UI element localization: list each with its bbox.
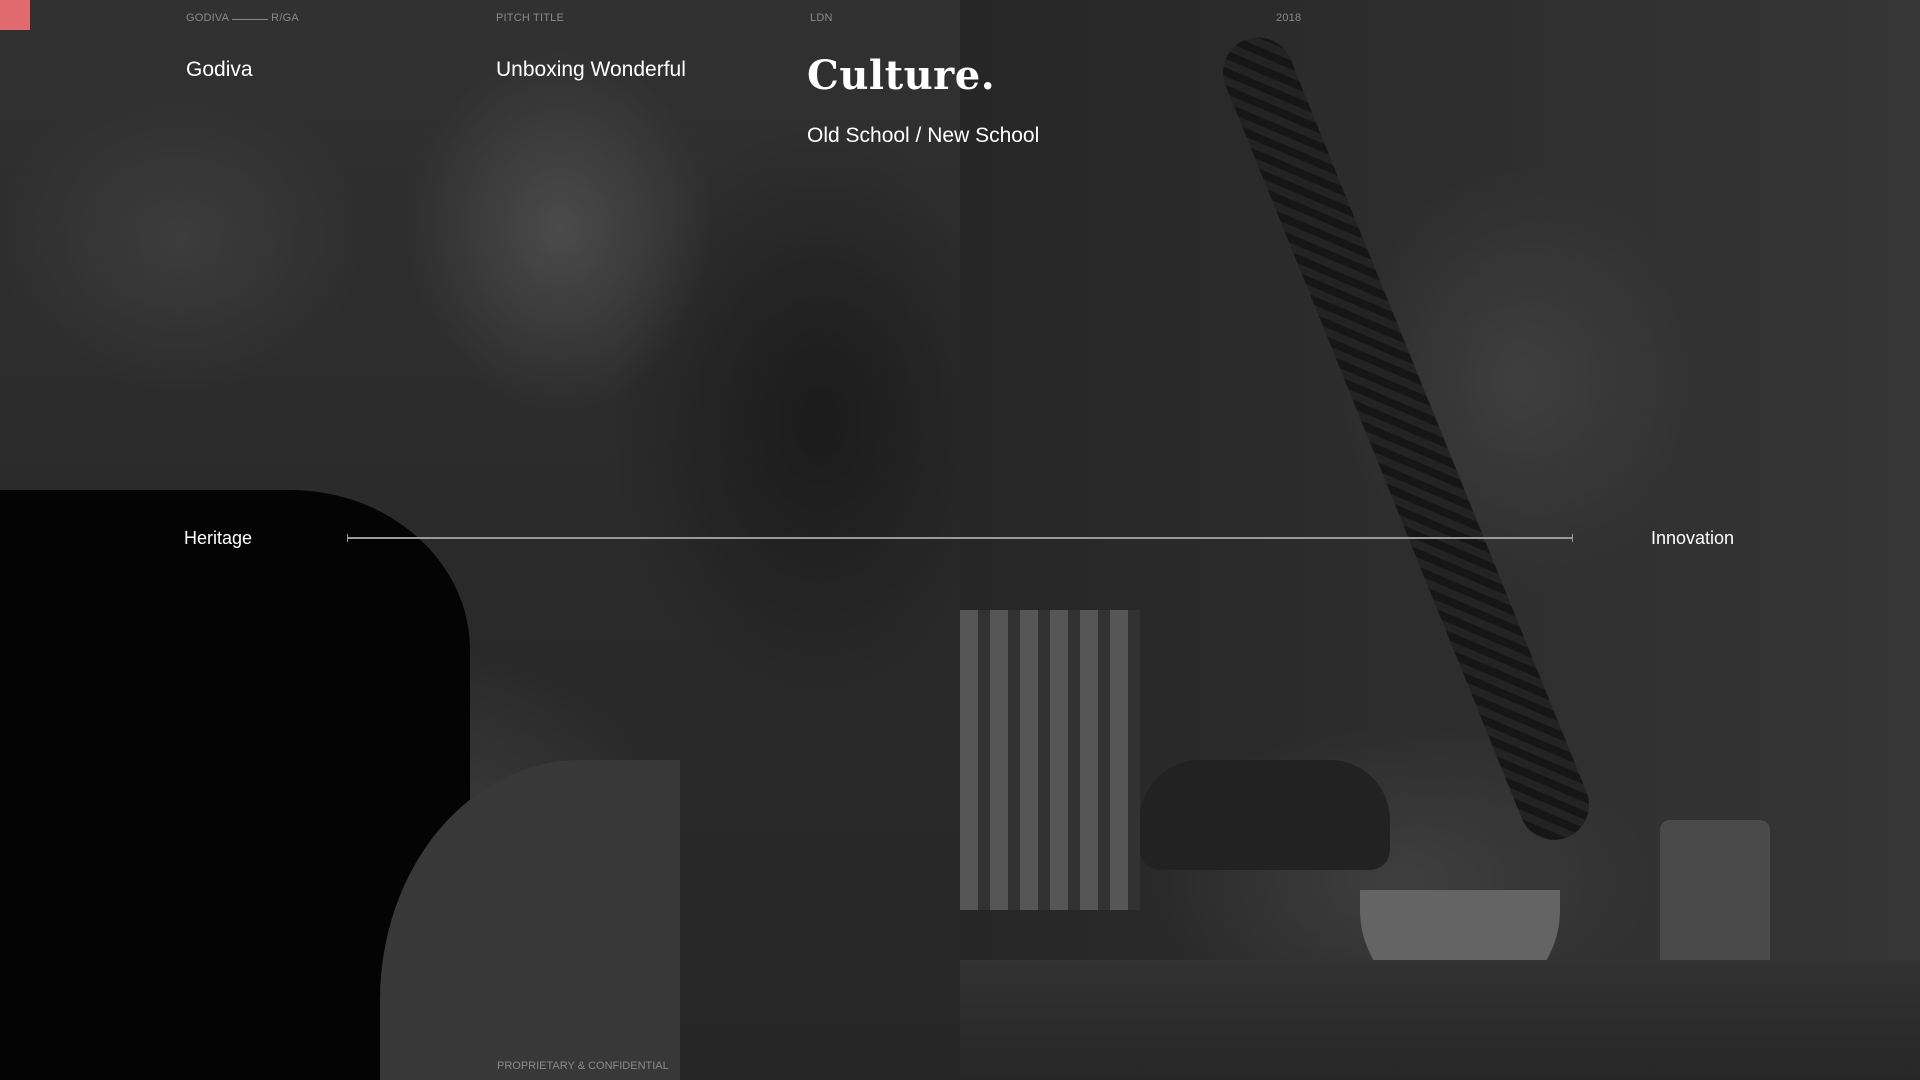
client-meta-right: R/GA (271, 12, 299, 24)
city-meta: LDN (810, 12, 833, 24)
client-meta-left: GODIVA (186, 12, 230, 24)
scale-line (347, 534, 1573, 542)
footer-confidential: PROPRIETARY & CONFIDENTIAL (497, 1060, 669, 1072)
pitch-meta-label: PITCH TITLE (496, 12, 565, 24)
pitch-title: Unboxing Wonderful (496, 58, 686, 81)
slide: GODIVA R/GA PITCH TITLE LDN 2018 Godiva U… (0, 0, 1920, 1080)
page-title: Culture. (807, 52, 996, 99)
year-meta: 2018 (1276, 12, 1302, 24)
client-meta: GODIVA R/GA (186, 12, 299, 24)
dim-overlay (0, 0, 1920, 1080)
page-subtitle: Old School / New School (807, 124, 1040, 147)
scale-left-label: Heritage (184, 528, 253, 548)
client-name: Godiva (186, 58, 253, 81)
accent-badge (0, 0, 30, 30)
scale-right-label: Innovation (1651, 528, 1735, 548)
client-meta-separator (232, 19, 269, 20)
